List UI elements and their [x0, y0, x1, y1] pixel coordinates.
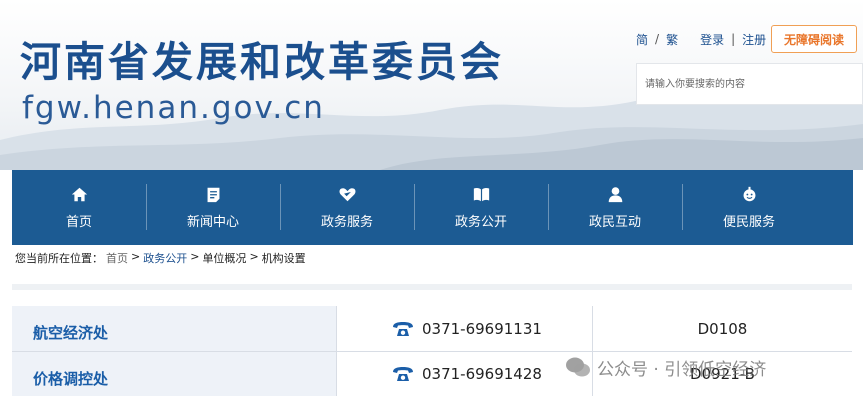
wechat-watermark: 公众号 · 引领低空经济 [565, 354, 766, 380]
nav-item-services[interactable]: 政务服务 [280, 170, 414, 245]
lang-simplified-link[interactable]: 简 [636, 31, 648, 48]
breadcrumb-separator: > [190, 250, 200, 263]
nav-item-home[interactable]: 首页 [12, 170, 146, 245]
room-code: D0108 [593, 306, 852, 351]
department-name-link[interactable]: 价格调控处 [12, 352, 337, 396]
nav-label: 首页 [65, 215, 92, 230]
accessibility-button[interactable]: 无障碍阅读 [771, 25, 857, 53]
phone-number: 0371-69691131 [422, 319, 542, 338]
department-table: 航空经济处 0371-69691131 D0108 价格调控处 0371-696… [12, 306, 852, 396]
breadcrumb-item-home[interactable]: 首页 [106, 250, 128, 266]
breadcrumb-prefix: 您当前所在位置： [15, 252, 103, 265]
nav-label: 便民服务 [722, 215, 775, 230]
search-box [636, 63, 863, 105]
breadcrumb: 您当前所在位置： 首页 > 政务公开 > 单位概况 > 机构设置 [15, 250, 306, 266]
top-links: 简 / 繁 登录 | 注册 [636, 30, 766, 48]
main-nav: 首页 新闻中心 政务服务 政务公开 政民互动 便民服务 [12, 170, 853, 245]
phone-cell: 0371-69691131 [337, 306, 593, 351]
link-separator: | [731, 32, 736, 46]
search-input[interactable] [637, 64, 862, 104]
section-divider [12, 284, 852, 290]
nav-item-convenience[interactable]: 便民服务 [682, 170, 816, 245]
nav-label: 新闻中心 [186, 215, 239, 230]
phone-icon [392, 366, 414, 382]
site-header: 河南省发展和改革委员会 fgw.henan.gov.cn 简 / 繁 登录 | … [0, 0, 863, 170]
book-icon [472, 185, 490, 203]
watermark-text: 公众号 · 引领低空经济 [597, 359, 767, 380]
login-link[interactable]: 登录 [700, 31, 724, 48]
breadcrumb-separator: > [249, 250, 259, 263]
nav-item-news[interactable]: 新闻中心 [146, 170, 280, 245]
nav-label: 政务公开 [454, 215, 507, 230]
lang-separator: / [655, 32, 660, 46]
breadcrumb-separator: > [131, 250, 141, 263]
person-icon [606, 185, 624, 203]
phone-cell: 0371-69691428 [337, 352, 593, 396]
handshake-icon [338, 185, 356, 203]
site-title: 河南省发展和改革委员会 [20, 38, 504, 86]
breadcrumb-item-disclosure[interactable]: 政务公开 [143, 250, 187, 266]
register-link[interactable]: 注册 [742, 31, 766, 48]
breadcrumb-item-current: 机构设置 [261, 252, 306, 265]
phone-number: 0371-69691428 [422, 365, 542, 383]
lang-traditional-link[interactable]: 繁 [666, 31, 678, 48]
wechat-icon [566, 357, 590, 377]
news-icon [204, 185, 222, 203]
nav-item-interaction[interactable]: 政民互动 [548, 170, 682, 245]
phone-icon [392, 321, 414, 337]
table-row: 航空经济处 0371-69691131 D0108 [12, 306, 852, 352]
nav-item-disclosure[interactable]: 政务公开 [414, 170, 548, 245]
home-icon [70, 185, 88, 203]
department-name-link[interactable]: 航空经济处 [12, 306, 337, 351]
nav-label: 政务服务 [320, 215, 373, 230]
site-domain: fgw.henan.gov.cn [22, 90, 325, 126]
service-icon [740, 185, 758, 203]
breadcrumb-item-overview[interactable]: 单位概况 [202, 250, 246, 266]
nav-label: 政民互动 [588, 215, 641, 230]
